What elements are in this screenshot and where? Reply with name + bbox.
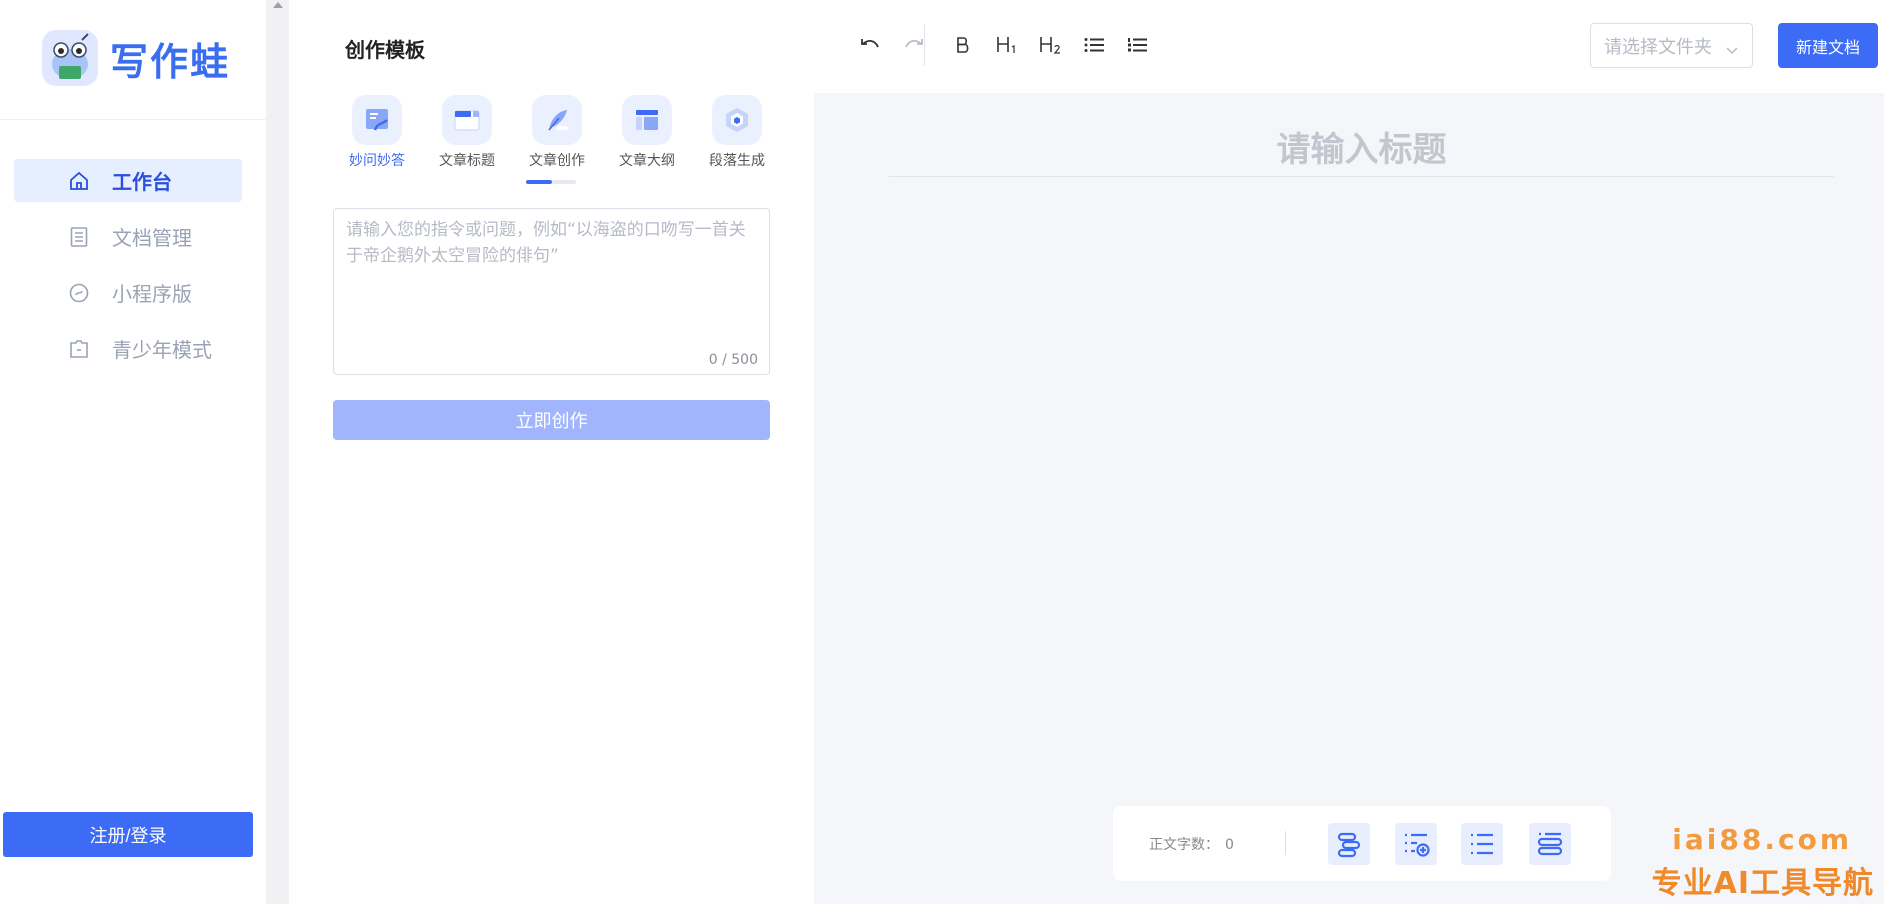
sidebar-item-label: 小程序版 (112, 282, 192, 306)
undo-icon[interactable] (855, 30, 885, 60)
tab-article-title[interactable]: 文章标题 (422, 95, 512, 170)
new-document-button[interactable]: 新建文档 (1778, 23, 1878, 68)
folder-select-placeholder: 请选择文件夹 (1604, 36, 1712, 58)
bullet-list-icon[interactable] (1079, 30, 1109, 60)
app-logo-text: 写作蛙 (110, 39, 231, 84)
feather-pen-icon (532, 95, 582, 145)
heading2-icon[interactable] (1036, 30, 1066, 60)
youth-mode-icon (68, 338, 90, 360)
app-logo[interactable]: 写作蛙 (42, 30, 230, 86)
sidebar-nav: 工作台 文档管理 小程序版 青少年模式 (14, 159, 242, 383)
prompt-input[interactable] (334, 209, 769, 349)
create-now-button[interactable]: 立即创作 (333, 400, 770, 440)
toolbar-separator (924, 24, 925, 66)
document-list-icon (68, 226, 90, 248)
sidebar-item-mini-program[interactable]: 小程序版 (14, 271, 242, 314)
frog-mascot-icon (42, 30, 98, 86)
sidebar-item-workbench[interactable]: 工作台 (14, 159, 242, 202)
statusbar-separator (1285, 831, 1286, 855)
prompt-box: 0 / 500 (333, 208, 770, 375)
tab-article-outline[interactable]: 文章大纲 (602, 95, 692, 170)
editor-toolbar: 请选择文件夹 新建文档 (814, 0, 1884, 93)
tab-label: 妙问妙答 (349, 153, 405, 169)
word-count-label: 正文字数： (1149, 837, 1219, 853)
chevron-down-icon (1726, 39, 1738, 60)
editor-area (814, 93, 1884, 904)
watermark-domain: iai88.com (1672, 823, 1852, 856)
tab-paragraph-generate[interactable]: 段落生成 (692, 95, 782, 170)
list-icon[interactable] (1461, 823, 1503, 865)
char-counter: 0 / 500 (708, 352, 758, 368)
align-paragraph-icon[interactable] (1328, 823, 1370, 865)
tab-scroll-indicator (526, 180, 576, 184)
panel-title: 创作模板 (345, 38, 425, 62)
tab-label: 文章标题 (439, 153, 495, 169)
scrollbar[interactable] (268, 0, 289, 904)
sidebar-item-label: 文档管理 (112, 226, 192, 250)
template-panel: 创作模板 妙问妙答 文章标题 文章创作 文章大纲 段落生成 请输入您的指令或问题… (289, 0, 814, 904)
template-tabs: 妙问妙答 文章标题 文章创作 文章大纲 段落生成 (332, 95, 782, 170)
qa-icon (352, 95, 402, 145)
watermark-slogan: 专业AI工具导航 (1651, 866, 1874, 901)
sidebar-divider (0, 119, 267, 120)
mini-program-icon (68, 282, 90, 304)
paragraph-hexagon-icon (712, 95, 762, 145)
document-title-input[interactable] (889, 123, 1834, 177)
sidebar-item-label: 工作台 (112, 170, 172, 194)
outline-icon (622, 95, 672, 145)
tab-qa[interactable]: 妙问妙答 (332, 95, 422, 170)
sidebar: 写作蛙 工作台 文档管理 小程序版 青少年模式 注册/登录 (0, 0, 267, 904)
add-list-icon[interactable] (1395, 823, 1437, 865)
stacked-list-icon[interactable] (1529, 823, 1571, 865)
ordered-list-icon[interactable] (1122, 30, 1152, 60)
bold-icon[interactable] (948, 30, 978, 60)
tab-label: 段落生成 (709, 153, 765, 169)
register-login-button[interactable]: 注册/登录 (3, 812, 253, 857)
article-title-icon (442, 95, 492, 145)
folder-select[interactable]: 请选择文件夹 (1590, 23, 1753, 68)
editor-statusbar: 正文字数： 0 (1113, 806, 1611, 881)
word-count: 正文字数： 0 (1149, 834, 1234, 854)
home-icon (68, 170, 90, 192)
sidebar-item-youth-mode[interactable]: 青少年模式 (14, 327, 242, 370)
tab-article-create[interactable]: 文章创作 (512, 95, 602, 170)
heading1-icon[interactable] (992, 30, 1022, 60)
tab-label: 文章创作 (529, 153, 585, 169)
sidebar-item-documents[interactable]: 文档管理 (14, 215, 242, 258)
tab-label: 文章大纲 (619, 153, 675, 169)
scroll-up-arrow-icon[interactable] (273, 2, 283, 8)
word-count-value: 0 (1225, 837, 1234, 853)
sidebar-item-label: 青少年模式 (112, 338, 212, 362)
